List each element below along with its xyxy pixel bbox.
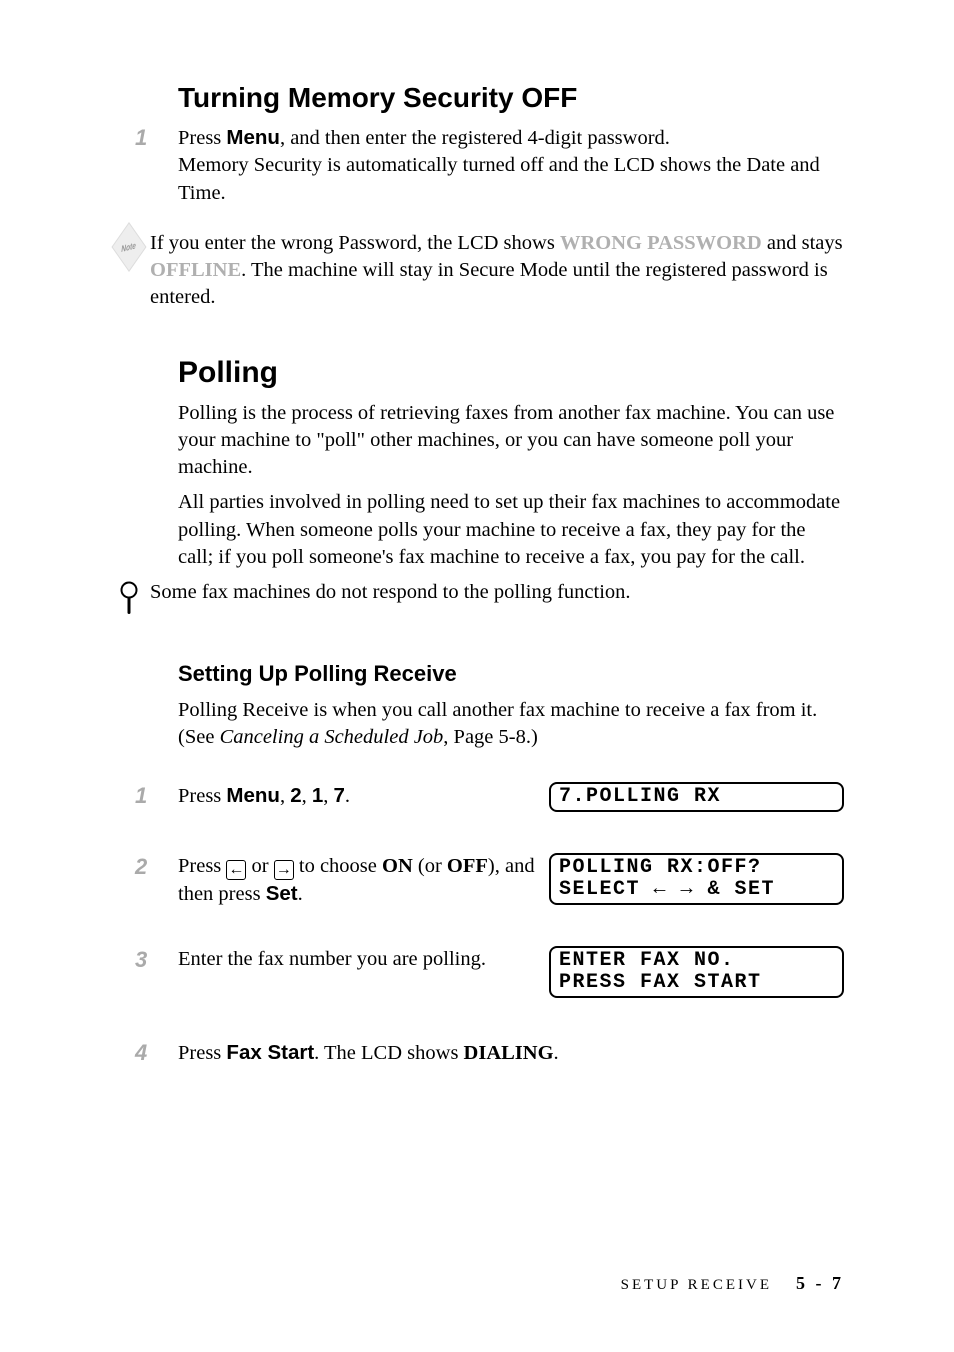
note-wrong-password: Note If you enter the wrong Password, th… [135,230,844,312]
text: Press [178,1042,226,1064]
polling-paragraph-1: Polling is the process of retrieving fax… [178,400,844,482]
key-1: 1 [312,784,323,807]
text: , Page 5-8.) [443,726,538,748]
step-3: 3 Enter the fax number you are polling. … [135,946,844,1016]
lcd-text-dialing: DIALING [464,1042,554,1064]
step-2: 2 Press ← or → to choose ON (or OFF), an… [135,853,844,923]
step-number: 1 [135,124,178,151]
note-body: If you enter the wrong Password, the LCD… [150,230,844,312]
text: Press [178,855,226,877]
step-number: 3 [135,946,178,973]
heading-memory-security-off: Turning Memory Security OFF [178,82,844,114]
text: , [323,785,333,807]
text: Press [178,785,226,807]
key-2: 2 [290,784,301,807]
step-body: Press Menu, 2, 1, 7. [178,782,549,810]
step-number: 2 [135,853,178,880]
polling-tip: Some fax machines do not respond to the … [135,579,844,617]
text: , [302,785,312,807]
text: , and then enter the registered 4-digit … [280,127,670,149]
text: . [345,785,350,807]
lcd-text-wrong-password: WRONG PASSWORD [560,232,762,254]
step-body: Press Fax Start. The LCD shows DIALING. [178,1039,844,1067]
step-body: Enter the fax number you are polling. [178,946,549,973]
set-key: Set [266,882,298,905]
polling-receive-intro: Polling Receive is when you call another… [178,697,844,752]
magnifier-icon [119,581,139,617]
lcd-column: POLLING RX:OFF? SELECT ← → & SET [549,853,844,923]
heading-setting-up-polling-receive: Setting Up Polling Receive [178,661,844,687]
text: . The LCD shows [314,1042,463,1064]
arrow-right-icon: → [274,860,294,880]
step-body: Press Menu, and then enter the registere… [178,124,844,207]
security-step-1: 1 Press Menu, and then enter the registe… [135,124,844,207]
step-number: 4 [135,1039,178,1066]
text: . The machine will stay in Secure Mode u… [150,259,828,308]
tip-icon-col [107,579,150,617]
fax-start-key: Fax Start [226,1041,314,1064]
menu-key: Menu [226,126,280,149]
note-icon-col: Note [107,230,150,262]
option-on: ON [382,855,413,877]
lcd-column: ENTER FAX NO. PRESS FAX START [549,946,844,1016]
key-7: 7 [334,784,345,807]
text: Memory Security is automatically turned … [178,154,820,203]
text: If you enter the wrong Password, the LCD… [150,232,560,254]
text: to choose [294,855,382,877]
step-number: 1 [135,782,178,809]
menu-key: Menu [226,784,280,807]
footer-page-number: 5 - 7 [796,1273,844,1294]
lcd-display-2: POLLING RX:OFF? SELECT ← → & SET [549,853,844,905]
cross-ref: Canceling a Scheduled Job [220,726,444,748]
text: . [298,883,303,905]
note-icon: Note [111,222,146,272]
arrow-left-icon: ← [226,860,246,880]
polling-paragraph-2: All parties involved in polling need to … [178,489,844,571]
step-1: 1 Press Menu, 2, 1, 7. 7.POLLING RX [135,782,844,830]
text: . [554,1042,559,1064]
text: (or [413,855,447,877]
lcd-display-1: 7.POLLING RX [549,782,844,812]
step-body: Press ← or → to choose ON (or OFF), and … [178,853,549,909]
text: or [246,855,273,877]
step-4: 4 Press Fax Start. The LCD shows DIALING… [135,1039,844,1067]
option-off: OFF [447,855,488,877]
lcd-column: 7.POLLING RX [549,782,844,830]
footer-section: SETUP RECEIVE [621,1277,772,1294]
note-icon-label: Note [121,240,137,254]
text: and stays [762,232,843,254]
text: , [280,785,290,807]
tip-body: Some fax machines do not respond to the … [150,579,844,606]
text: Press [178,127,226,149]
page-footer: SETUP RECEIVE 5 - 7 [621,1273,844,1294]
lcd-text-offline: OFFLINE [150,259,241,281]
heading-polling: Polling [178,356,844,390]
lcd-display-3: ENTER FAX NO. PRESS FAX START [549,946,844,998]
